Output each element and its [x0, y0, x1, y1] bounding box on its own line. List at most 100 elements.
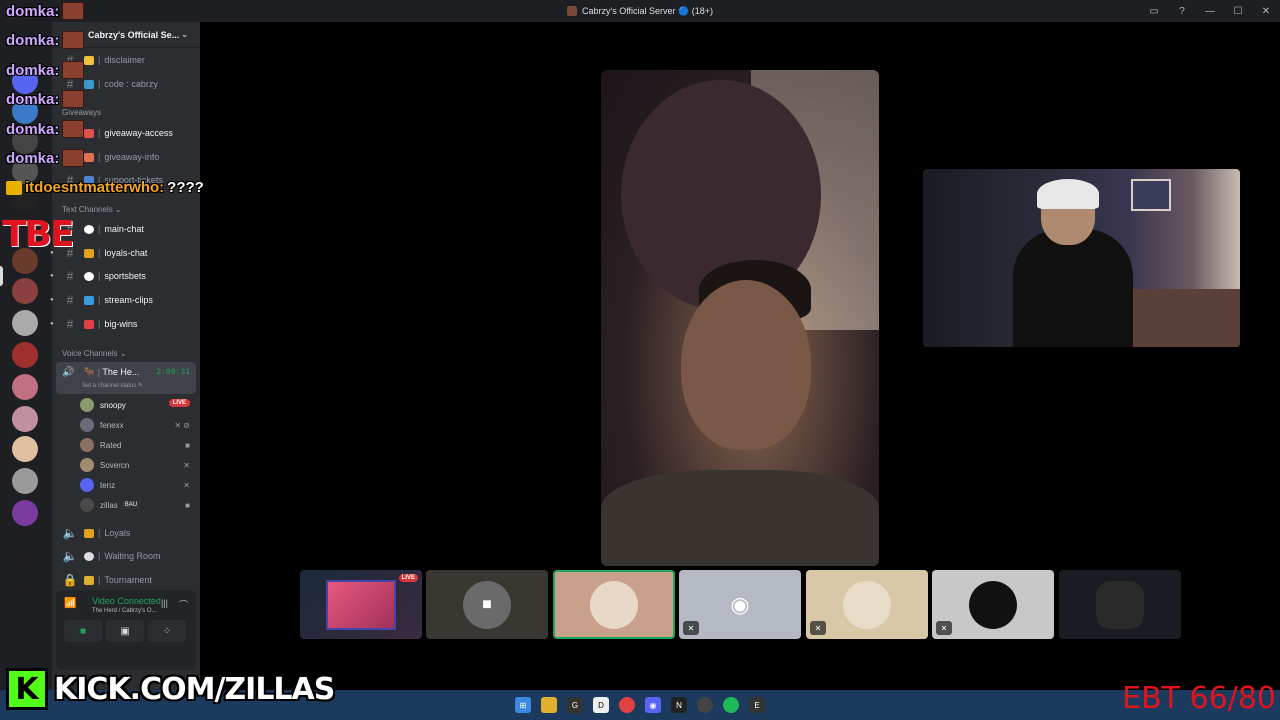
kick-logo-icon: K — [6, 668, 48, 710]
server-icon[interactable] — [12, 342, 38, 368]
avatar — [80, 478, 94, 492]
voice-channel-tournament[interactable]: 🔒 | Tournament — [58, 570, 196, 590]
spotify-icon[interactable] — [723, 697, 739, 713]
warning-icon — [84, 55, 94, 65]
screen-share-button[interactable]: ▣ — [106, 620, 144, 642]
video-camera-icon: ■ — [463, 580, 511, 629]
video-stage: LIVE ■ ◉ ✕ ✕ ✕ — [200, 22, 1280, 690]
avatar — [1096, 580, 1144, 629]
muted-icon: ✕ — [936, 621, 952, 635]
info-icon — [84, 152, 94, 162]
server-icon[interactable] — [12, 532, 38, 558]
voice-member[interactable]: tenz ✕ — [80, 476, 192, 494]
title-bar: Cabrzy's Official Server 🔵 (18+) ▭ ? — ☐… — [0, 0, 1280, 22]
voice-member[interactable]: Rated ■ — [80, 436, 192, 454]
server-icon[interactable] — [12, 374, 38, 400]
live-badge: LIVE — [168, 399, 190, 407]
windows-start-icon[interactable]: ⊞ — [515, 697, 531, 713]
participant-tile[interactable]: ✕ — [932, 570, 1054, 639]
flag-icon — [84, 528, 94, 538]
category-voice-channels[interactable]: Voice Channels ⌄ — [62, 349, 127, 358]
voice-location[interactable]: The Herd / Cabrzy's O... — [92, 608, 157, 614]
chrome-icon[interactable] — [619, 697, 635, 713]
participant-tile-camera[interactable] — [1059, 570, 1181, 639]
voice-member[interactable]: snoopy LIVE — [80, 396, 192, 414]
server-icon[interactable] — [12, 500, 38, 526]
category-giveaways[interactable]: Giveaways — [62, 108, 101, 117]
app-icon[interactable]: N — [671, 697, 687, 713]
flag-icon — [84, 248, 94, 258]
avatar — [80, 398, 94, 412]
participant-tile-speaking[interactable] — [553, 570, 675, 639]
speaker-icon: 🔈 — [62, 549, 78, 563]
server-icon — [566, 6, 577, 16]
voice-member[interactable]: fenexx ✕ ⊘ — [80, 416, 192, 434]
voice-status[interactable]: Video Connected — [92, 596, 161, 606]
folder-icon[interactable] — [541, 697, 557, 713]
focused-video[interactable] — [601, 70, 879, 566]
emote-icon — [62, 61, 85, 79]
soccer-ball-icon — [84, 271, 94, 281]
selected-indicator — [0, 266, 3, 286]
channel-big-wins[interactable]: ● # | big-wins — [50, 314, 196, 334]
overlay-chat-line: domka: — [6, 2, 85, 20]
channel-status[interactable]: Set a channel status ✎ — [82, 382, 143, 389]
close-button[interactable]: ✕ — [1252, 0, 1280, 22]
epic-games-icon[interactable]: E — [749, 697, 765, 713]
channel-main-chat[interactable]: # | main-chat — [58, 219, 196, 239]
participant-tile[interactable]: ◉ ✕ — [679, 570, 801, 639]
activities-button[interactable]: ⁘ — [148, 620, 186, 642]
channel-stream-clips[interactable]: ● # | stream-clips — [50, 290, 196, 310]
noise-suppression-icon[interactable]: ||| — [161, 598, 168, 608]
voice-member[interactable]: zillas BAU ■ — [80, 496, 192, 514]
server-icon[interactable] — [12, 278, 38, 304]
streamer-camera[interactable] — [923, 169, 1240, 347]
muted-icon: ✕ — [183, 480, 190, 490]
voice-channel-waiting-room[interactable]: 🔈 | Waiting Room — [58, 546, 196, 566]
participant-tile[interactable]: ✕ — [806, 570, 928, 639]
voice-member[interactable]: Sovercn ✕ — [80, 456, 192, 474]
hash-icon: # — [66, 317, 74, 331]
maximize-button[interactable]: ☐ — [1224, 0, 1252, 22]
kick-banner: K KICK.COM/ZILLAS — [6, 666, 335, 712]
discord-icon[interactable]: ◉ — [645, 697, 661, 713]
participant-tile-stream[interactable]: LIVE — [300, 570, 422, 639]
overlay-chat-line: domka: — [6, 149, 85, 167]
camera-button[interactable]: ■ — [64, 620, 102, 642]
server-icon[interactable] — [12, 310, 38, 336]
crown-badge-icon — [6, 180, 22, 195]
chevron-down-icon: ⌄ — [181, 30, 188, 39]
channel-sportsbets[interactable]: ● # | sportsbets — [50, 266, 196, 286]
server-icon[interactable] — [12, 562, 38, 588]
voice-channel-loyals[interactable]: 🔈 | Loyals — [58, 523, 196, 543]
speaker-icon: 🔊 — [62, 367, 75, 378]
app-icon[interactable]: D — [593, 697, 609, 713]
minimize-button[interactable]: — — [1196, 0, 1224, 22]
app-icon[interactable] — [697, 697, 713, 713]
app-icon[interactable]: G — [567, 697, 583, 713]
channel-loyals-chat[interactable]: ● # | loyals-chat — [50, 243, 196, 263]
window-title: Cabrzy's Official Server 🔵 (18+) — [566, 6, 713, 17]
category-text-channels[interactable]: Text Channels ⌄ — [62, 205, 122, 214]
avatar — [80, 458, 94, 472]
avatar — [590, 580, 638, 629]
emote-icon — [62, 120, 85, 138]
participant-tile[interactable]: ■ — [426, 570, 548, 639]
inbox-icon[interactable]: ▭ — [1140, 0, 1168, 22]
voice-channel-the-herd[interactable]: 🔊 🐂 | The He... 2:00:31 Set a channel st… — [56, 362, 196, 394]
emote-icon — [62, 31, 85, 49]
server-icon[interactable] — [12, 436, 38, 462]
overlay-tag: TBE — [2, 214, 75, 255]
server-icon[interactable] — [12, 468, 38, 494]
voice-timer: 2:00:31 — [156, 368, 190, 377]
lock-icon: 🔒 — [62, 573, 78, 587]
muted-icon: ✕ — [810, 621, 826, 635]
muted-icon: ✕ — [183, 460, 190, 470]
server-icon[interactable] — [12, 406, 38, 432]
avatar — [80, 498, 94, 512]
clock-icon — [84, 551, 94, 561]
help-icon[interactable]: ? — [1168, 0, 1196, 22]
disconnect-icon[interactable]: ⌒ — [179, 598, 188, 611]
hash-icon: # — [66, 269, 74, 283]
play-icon — [84, 295, 94, 305]
